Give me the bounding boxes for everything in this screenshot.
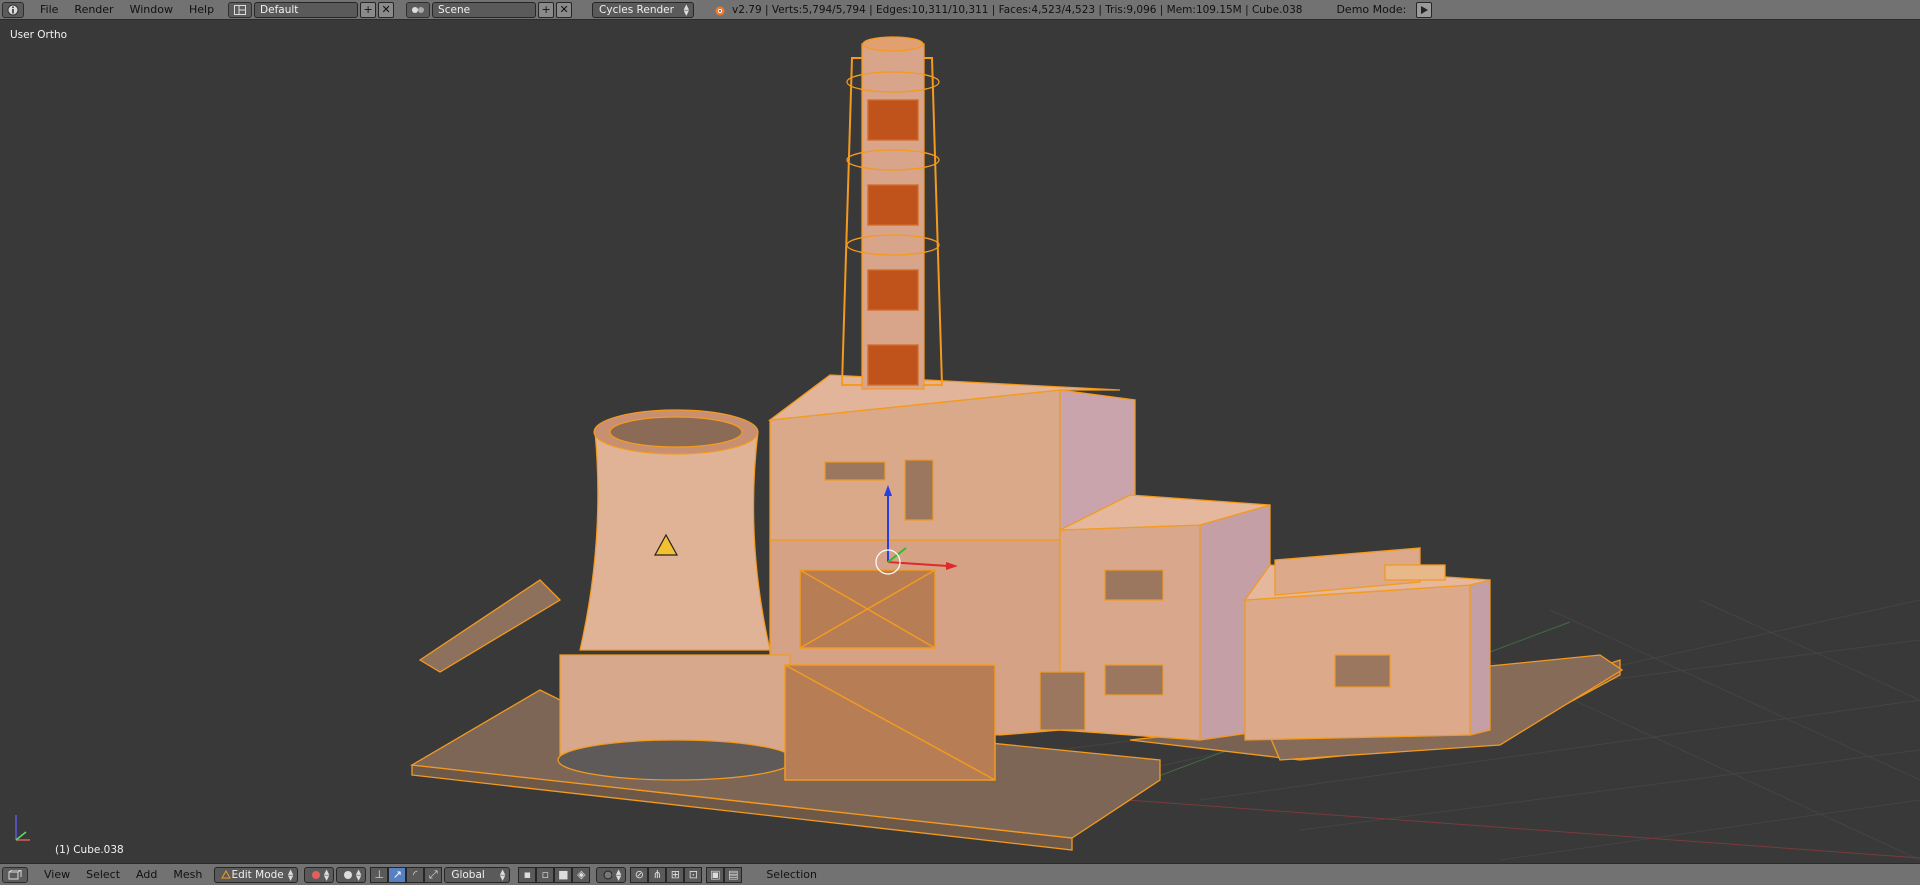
face-icon: ■	[558, 868, 569, 881]
cooling-tower	[557, 409, 795, 781]
demo-mode-label: Demo Mode:	[1336, 3, 1407, 16]
3d-view-header: View Select Add Mesh Edit Mode ▲ ▼ ▲ ▼ ▲ ▼ …	[0, 863, 1920, 885]
scene-browse[interactable]	[406, 1, 431, 18]
rotate-icon: ◜	[413, 868, 418, 881]
dropdown-arrows-icon: ▲ ▼	[287, 867, 294, 882]
menu-render[interactable]: Render	[66, 3, 121, 16]
scale-manipulator[interactable]: ⤢	[424, 866, 443, 883]
view-name: User Ortho	[10, 29, 68, 41]
edge-icon: ▫	[541, 868, 550, 881]
menu-window[interactable]: Window	[122, 3, 181, 16]
arrow-icon: ↗	[392, 868, 402, 881]
menu-select[interactable]: Select	[78, 868, 128, 881]
screen-layout-field[interactable]: Default	[254, 1, 359, 18]
transform-manipulator-select[interactable]: ▲ ▼	[336, 866, 367, 883]
opengl-render-animation[interactable]: ▤	[724, 866, 743, 883]
pivot-icon	[312, 870, 320, 879]
grid-icon: ⊞	[670, 868, 680, 881]
snap-target-select[interactable]: ⊡	[684, 866, 703, 883]
object-info: (1) Cube.038	[55, 844, 124, 856]
scene-icon	[412, 6, 425, 13]
manipulator-icon	[344, 870, 352, 879]
translate-manipulator[interactable]: ↗	[388, 866, 407, 883]
render-icon: ▤	[728, 868, 739, 881]
render-engine-select[interactable]: Cycles Render ▲ ▼	[592, 1, 695, 18]
menu-file[interactable]: File	[32, 3, 66, 16]
scene-stats: v2.79 | Verts:5,794/5,794 | Edges:10,311…	[732, 3, 1303, 16]
menu-view[interactable]: View	[36, 868, 78, 881]
pivot-select[interactable]: ▲ ▼	[304, 866, 335, 883]
opengl-render-still[interactable]: ▣	[706, 866, 725, 883]
occlude-icon: ◈	[577, 868, 586, 881]
proportional-edit-toggle[interactable]: ⊘	[630, 866, 649, 883]
add-scene-button[interactable]: +	[538, 1, 555, 18]
manipulator-toggle[interactable]: ⊥	[370, 866, 389, 883]
vertex-icon: ▪	[523, 868, 532, 881]
dropdown-arrows-icon: ▲ ▼	[683, 2, 690, 17]
rotate-manipulator[interactable]: ◜	[406, 866, 425, 883]
selection-label: Selection	[766, 868, 818, 881]
scale-icon: ⤢	[428, 867, 438, 881]
edge-select-mode[interactable]: ▫	[536, 866, 555, 883]
snap-toggle[interactable]: ⋔	[648, 866, 667, 883]
menu-mesh[interactable]: Mesh	[165, 868, 210, 881]
play-icon	[1421, 5, 1429, 14]
add-screen-button[interactable]: +	[360, 1, 377, 18]
render-engine-label: Cycles Render	[599, 3, 674, 16]
target-icon: ⊡	[688, 868, 698, 881]
remove-screen-button[interactable]: ✕	[378, 1, 395, 18]
screen-layout-icon	[234, 4, 247, 15]
axis-icon: ⊥	[374, 868, 385, 881]
mode-select[interactable]: Edit Mode ▲ ▼	[214, 866, 299, 883]
editor-type-button[interactable]	[2, 1, 24, 18]
orientation-label: Global	[451, 868, 485, 881]
info-header: File Render Window Help Default + ✕ Scen…	[0, 0, 1920, 20]
scene-field[interactable]: Scene	[432, 1, 537, 18]
chimney	[840, 36, 944, 390]
snap-element-select[interactable]: ⊞	[666, 866, 685, 883]
proportional-edit-icon: ⊘	[634, 868, 644, 881]
3d-viewport[interactable]: User Ortho (1) Cube.038	[0, 21, 1920, 863]
menu-help[interactable]: Help	[181, 3, 222, 16]
demo-mode-play-button[interactable]	[1416, 1, 1433, 18]
info-icon	[7, 4, 19, 15]
face-select-mode[interactable]: ■	[554, 866, 573, 883]
axis-widget	[15, 815, 30, 841]
menu-add[interactable]: Add	[128, 868, 165, 881]
viewport-scene	[15, 36, 1920, 861]
viewport-shading-select[interactable]: ▲ ▼	[596, 866, 627, 883]
view3d-icon	[8, 869, 22, 879]
editor-type-3dview[interactable]	[2, 866, 28, 883]
transform-orientation-select[interactable]: Global ▲ ▼	[444, 866, 511, 883]
vertex-select-mode[interactable]: ▪	[518, 866, 537, 883]
remove-scene-button[interactable]: ✕	[556, 1, 573, 18]
screen-layout-browse[interactable]	[228, 1, 253, 18]
edit-mode-icon	[221, 869, 232, 878]
viewport-shading-icon	[603, 870, 612, 879]
camera-icon: ▣	[710, 868, 721, 881]
mode-label: Edit Mode	[231, 868, 284, 881]
occlude-geometry-toggle[interactable]: ◈	[572, 866, 591, 883]
snap-icon: ⋔	[652, 868, 662, 881]
blender-logo-icon	[715, 6, 725, 15]
x-axis-line	[1099, 797, 1920, 859]
